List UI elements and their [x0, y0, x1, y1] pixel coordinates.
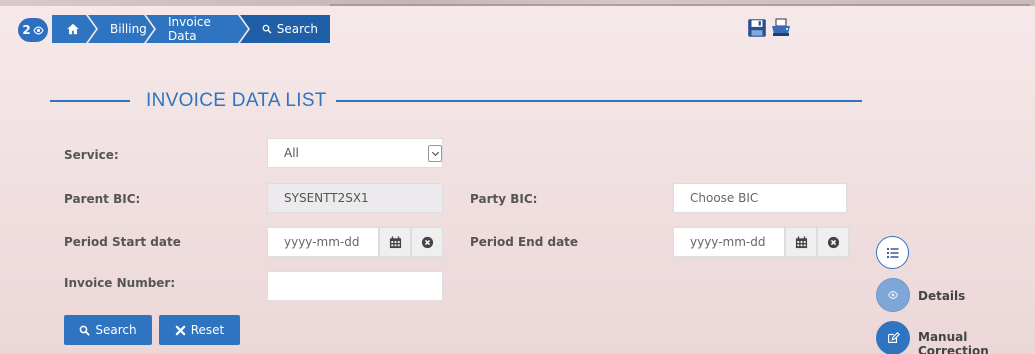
clear-icon [421, 236, 433, 248]
edit-icon [888, 331, 900, 343]
period-start-clear-button[interactable] [411, 227, 443, 257]
manual-correction-button[interactable] [876, 321, 910, 354]
breadcrumb-billing[interactable]: Billing [88, 15, 154, 43]
section-header: INVOICE DATA LIST [50, 90, 862, 112]
breadcrumb-invoice-data-label: Invoice Data [168, 15, 211, 43]
reset-button[interactable]: Reset [159, 315, 240, 345]
reset-button-label: Reset [190, 323, 225, 337]
calendar-icon [389, 235, 401, 248]
period-end-placeholder: yyyy-mm-dd [690, 235, 766, 249]
period-start-input[interactable]: yyyy-mm-dd [267, 227, 379, 257]
parent-bic-field: SYSENTT2SX1 [267, 183, 443, 213]
badge-count: 2 [22, 23, 31, 37]
breadcrumb-home[interactable] [52, 15, 96, 43]
period-end-label: Period End date [470, 235, 579, 249]
list-icon [886, 247, 898, 258]
toolbar-icons [746, 17, 792, 39]
period-start-label: Period Start date [64, 235, 181, 249]
details-label[interactable]: Details [918, 289, 965, 303]
service-label: Service: [64, 148, 119, 162]
party-bic-placeholder: Choose BIC [690, 191, 759, 205]
breadcrumb-search[interactable]: Search [240, 15, 330, 43]
breadcrumb: Billing Invoice Data Search [52, 15, 330, 43]
chevron-down-icon [431, 151, 439, 157]
times-icon [175, 325, 186, 335]
section-line-right [336, 100, 862, 102]
top-divider [330, 4, 1030, 6]
search-icon [262, 24, 272, 34]
breadcrumb-invoice-data[interactable]: Invoice Data [146, 15, 248, 43]
print-icon[interactable] [770, 17, 792, 39]
eye-icon [887, 290, 899, 300]
dropdown-toggle[interactable] [428, 145, 442, 162]
service-select-value: All [284, 146, 299, 160]
breadcrumb-search-label: Search [276, 22, 318, 36]
section-title: INVOICE DATA LIST [146, 90, 327, 111]
period-end-input[interactable]: yyyy-mm-dd [673, 227, 785, 257]
clear-icon [827, 236, 839, 248]
manual-correction-label[interactable]: Manual Correction [918, 330, 1035, 354]
period-start-placeholder: yyyy-mm-dd [284, 235, 360, 249]
party-bic-label: Party BIC: [470, 192, 538, 206]
calendar-icon [795, 235, 807, 248]
search-button[interactable]: Search [64, 315, 152, 345]
search-button-label: Search [95, 323, 137, 337]
invoice-number-input[interactable] [267, 271, 443, 301]
eye-icon [33, 26, 44, 34]
period-start-calendar-button[interactable] [379, 227, 411, 257]
details-button[interactable] [876, 278, 910, 312]
notification-badge[interactable]: 2 [18, 18, 48, 42]
save-icon[interactable] [746, 17, 768, 39]
section-line-left [50, 100, 130, 102]
period-end-calendar-button[interactable] [785, 227, 817, 257]
period-end-clear-button[interactable] [817, 227, 849, 257]
breadcrumb-billing-label: Billing [110, 22, 147, 36]
party-bic-input[interactable]: Choose BIC [673, 183, 847, 213]
parent-bic-value: SYSENTT2SX1 [284, 191, 369, 205]
search-icon [79, 325, 90, 336]
list-menu-button[interactable] [876, 236, 909, 269]
invoice-number-label: Invoice Number: [64, 276, 176, 290]
service-select[interactable]: All [267, 138, 443, 168]
home-icon [66, 22, 80, 36]
parent-bic-label: Parent BIC: [64, 192, 141, 206]
